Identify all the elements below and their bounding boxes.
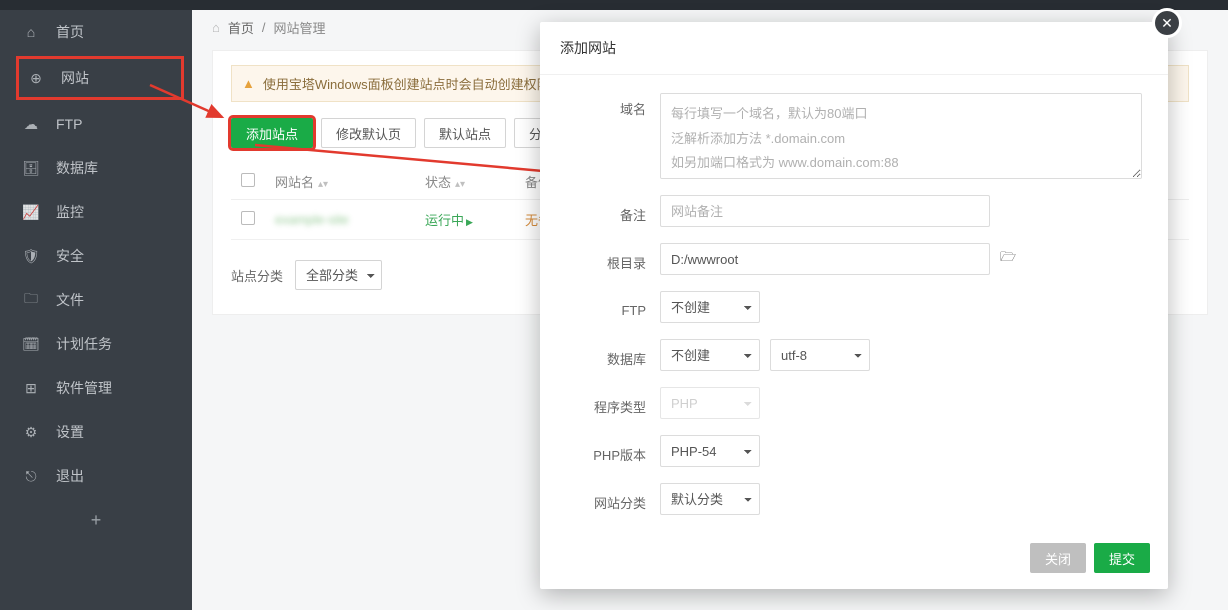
domain-textarea[interactable]: [660, 93, 1142, 179]
ftp-select[interactable]: 不创建: [660, 291, 760, 323]
sidebar-item-monitor[interactable]: 📈 监控: [0, 190, 192, 234]
db-label: 数据库: [566, 343, 660, 368]
sidebar-item-label: 首页: [56, 22, 84, 42]
sidebar-item-label: 退出: [56, 466, 84, 486]
calendar-icon: 🗓: [22, 336, 40, 353]
status-badge[interactable]: 运行中▶: [425, 213, 473, 228]
alert-text: 使用宝塔Windows面板创建站点时会自动创建权限配置: [263, 74, 576, 93]
sidebar-item-ftp[interactable]: ☁ FTP: [0, 102, 192, 146]
sidebar-item-exit[interactable]: ⎋ 退出: [0, 454, 192, 498]
default-site-button[interactable]: 默认站点: [424, 118, 506, 148]
note-input[interactable]: [660, 195, 990, 227]
checkbox-all[interactable]: [241, 173, 255, 187]
category-label: 网站分类: [566, 487, 660, 512]
shield-icon: 🛡: [22, 248, 40, 265]
breadcrumb-sep: /: [262, 20, 266, 35]
col-status[interactable]: 状态: [425, 175, 451, 190]
sidebar-item-label: 数据库: [56, 158, 98, 178]
gear-icon: ⚙: [22, 424, 40, 441]
database-icon: 🗄: [22, 160, 40, 177]
site-category-select[interactable]: 默认分类: [660, 483, 760, 515]
play-icon: ▶: [466, 217, 473, 227]
root-input[interactable]: [660, 243, 990, 275]
top-bar: [0, 0, 1228, 10]
sidebar-item-label: 设置: [56, 422, 84, 442]
sidebar-item-label: 安全: [56, 246, 84, 266]
sidebar-item-database[interactable]: 🗄 数据库: [0, 146, 192, 190]
home-icon: ⌂: [22, 24, 40, 40]
sidebar-add[interactable]: +: [0, 498, 192, 543]
program-select: PHP: [660, 387, 760, 419]
globe-icon: ⊕: [27, 70, 45, 87]
cloud-icon: ☁: [22, 116, 40, 133]
sidebar-item-software[interactable]: ⊞ 软件管理: [0, 366, 192, 410]
close-icon: ✕: [1161, 15, 1173, 32]
sidebar-item-label: 计划任务: [56, 334, 112, 354]
filter-label: 站点分类: [231, 266, 283, 285]
sidebar-item-label: 软件管理: [56, 378, 112, 398]
sidebar-item-label: 文件: [56, 290, 84, 310]
sidebar: ⌂ 首页 ⊕ 网站 ☁ FTP 🗄 数据库 📈 监控 🛡 安全 🗀 文件 🗓: [0, 10, 192, 610]
add-site-button[interactable]: 添加站点: [231, 118, 313, 148]
col-name[interactable]: 网站名: [275, 175, 314, 190]
sidebar-item-cron[interactable]: 🗓 计划任务: [0, 322, 192, 366]
php-version-select[interactable]: PHP-54: [660, 435, 760, 467]
modal-submit-button[interactable]: 提交: [1094, 543, 1150, 573]
modify-default-button[interactable]: 修改默认页: [321, 118, 416, 148]
sidebar-item-settings[interactable]: ⚙ 设置: [0, 410, 192, 454]
note-label: 备注: [566, 199, 660, 224]
checkbox-row[interactable]: [241, 211, 255, 225]
sidebar-item-website[interactable]: ⊕ 网站: [16, 56, 184, 100]
sidebar-item-home[interactable]: ⌂ 首页: [0, 10, 192, 54]
chart-icon: 📈: [22, 204, 40, 221]
add-site-modal: ✕ 添加网站 域名 备注 根目录 🗁 FTP 不创建 数据库 不创建 utf-8: [540, 22, 1168, 589]
sidebar-item-label: 监控: [56, 202, 84, 222]
modal-close-footer-button[interactable]: 关闭: [1030, 543, 1086, 573]
sidebar-item-label: FTP: [56, 116, 82, 132]
folder-icon: 🗀: [22, 288, 40, 312]
ftp-label: FTP: [566, 297, 660, 318]
folder-browse-icon[interactable]: 🗁: [1000, 248, 1016, 270]
php-label: PHP版本: [566, 439, 660, 464]
breadcrumb-home-icon: ⌂: [212, 20, 220, 35]
grid-icon: ⊞: [22, 380, 40, 397]
sidebar-item-security[interactable]: 🛡 安全: [0, 234, 192, 278]
modal-title: 添加网站: [540, 22, 1168, 75]
warning-icon: ▲: [242, 76, 255, 91]
sort-icon: ▴▾: [455, 179, 465, 190]
db-select[interactable]: 不创建: [660, 339, 760, 371]
sidebar-item-files[interactable]: 🗀 文件: [0, 278, 192, 322]
sidebar-item-label: 网站: [61, 68, 89, 88]
root-label: 根目录: [566, 247, 660, 272]
sort-icon: ▴▾: [318, 179, 328, 190]
breadcrumb-current: 网站管理: [274, 18, 326, 37]
category-filter-select[interactable]: 全部分类: [295, 260, 382, 290]
program-label: 程序类型: [566, 391, 660, 416]
charset-select[interactable]: utf-8: [770, 339, 870, 371]
breadcrumb-home[interactable]: 首页: [228, 18, 254, 37]
exit-icon: ⎋: [22, 468, 40, 485]
site-name[interactable]: example-site: [275, 212, 349, 227]
domain-label: 域名: [566, 93, 660, 118]
modal-close-button[interactable]: ✕: [1152, 8, 1182, 38]
